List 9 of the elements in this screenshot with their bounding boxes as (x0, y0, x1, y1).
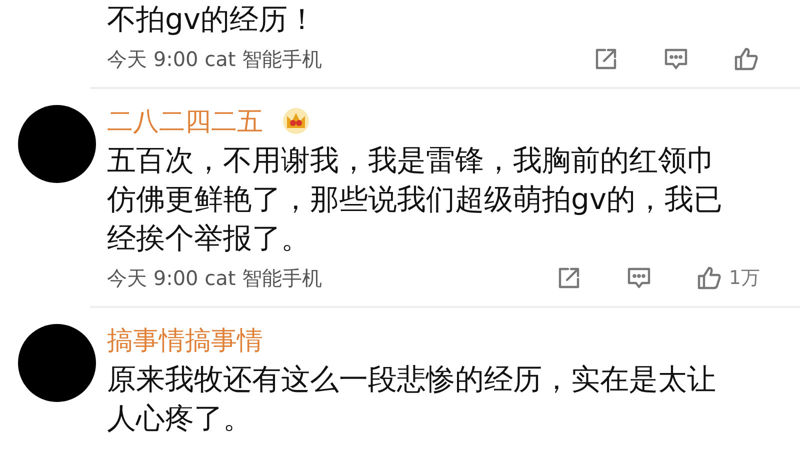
thumbs-up-icon[interactable] (732, 45, 760, 73)
username[interactable]: 搞事情搞事情 (107, 322, 263, 358)
comment-meta: 今天 9:00 cat 智能手机 (107, 264, 322, 292)
comment-meta: 今天 9:00 cat 智能手机 (107, 46, 322, 72)
comment-text: 原来我牧还有这么一段悲惨的经历，实在是太让人心疼了。 (107, 361, 717, 437)
comment-text: 五百次，不用谢我，我是雷锋，我胸前的红领巾仿佛更鲜艳了，那些说我们超级萌拍gv的，我已经挨个举报了。 (107, 142, 724, 257)
comment-text: 不拍gv的经历！ (107, 1, 318, 38)
like-count: 1万 (728, 266, 760, 291)
username[interactable]: 二八二四二五 (107, 104, 263, 138)
